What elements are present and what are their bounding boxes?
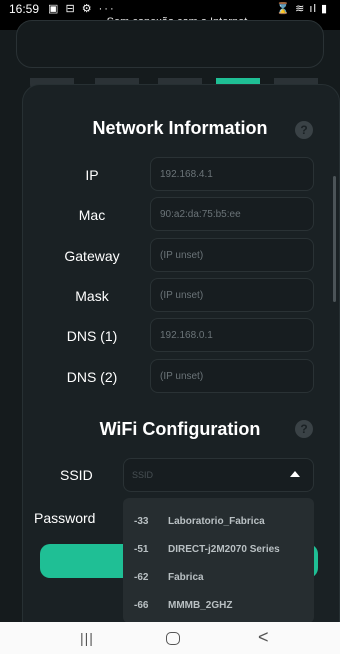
ip-field[interactable]: 192.168.4.1: [150, 157, 314, 191]
network-option-4[interactable]: -66 MMMB_2GHZ: [123, 592, 314, 618]
system-status-icons: ⌛ ≋ ıl ▮: [276, 3, 328, 15]
page-scrollbar[interactable]: [333, 176, 336, 302]
network-rssi: -33: [134, 516, 149, 527]
recents-icon[interactable]: |||: [80, 630, 94, 646]
home-icon[interactable]: [166, 632, 180, 645]
mask-label: Mask: [75, 288, 109, 304]
mask-field[interactable]: (IP unset): [150, 278, 314, 312]
app-screen: 16:59 ▣ ⊟ ⚙ ··· ⌛ ≋ ıl ▮ ☁Sem conexão co…: [0, 0, 340, 654]
mac-label: Mac: [78, 207, 106, 223]
network-rssi: -62: [134, 572, 149, 583]
top-card: [16, 20, 324, 68]
dns1-field[interactable]: 192.168.0.1: [150, 318, 314, 352]
caret-up-icon: [290, 471, 300, 477]
gateway-label: Gateway: [64, 248, 120, 264]
network-name: DIRECT-j2M2070 Series: [168, 544, 280, 555]
wifi-configuration-title: WiFi Configuration: [99, 419, 261, 439]
navigation-bar: ||| <: [0, 622, 340, 654]
network-help-icon[interactable]: ?: [295, 121, 313, 139]
network-information-title: Network Information: [92, 118, 268, 138]
notification-icons: ▣ ⊟ ⚙ ···: [48, 3, 116, 15]
network-rssi: -51: [134, 544, 149, 555]
mac-field[interactable]: 90:a2:da:75:b5:ee: [150, 197, 314, 231]
network-option-2[interactable]: -51 DIRECT-j2M2070 Series: [123, 536, 314, 562]
ssid-label: SSID: [60, 467, 93, 483]
ssid-select[interactable]: SSID: [123, 458, 314, 492]
wifi-help-icon[interactable]: ?: [295, 420, 313, 438]
status-time: 16:59: [9, 2, 40, 16]
network-rssi: -66: [134, 600, 149, 611]
gateway-field[interactable]: (IP unset): [150, 238, 314, 272]
ssid-dropdown-list: -33 Laboratorio_Fabrica -51 DIRECT-j2M20…: [123, 498, 314, 623]
network-option-3[interactable]: -62 Fabrica: [123, 564, 314, 590]
ip-label: IP: [85, 167, 99, 183]
ssid-placeholder: SSID: [132, 470, 154, 480]
network-option-1[interactable]: -33 Laboratorio_Fabrica: [123, 508, 314, 534]
network-name: Fabrica: [168, 572, 204, 583]
password-label: Password: [34, 510, 96, 526]
network-name: Laboratorio_Fabrica: [168, 516, 265, 527]
dns2-field[interactable]: (IP unset): [150, 359, 314, 393]
dns1-label: DNS (1): [66, 328, 118, 344]
network-name: MMMB_2GHZ: [168, 600, 233, 611]
dns2-label: DNS (2): [66, 369, 118, 385]
back-icon[interactable]: <: [258, 627, 269, 648]
